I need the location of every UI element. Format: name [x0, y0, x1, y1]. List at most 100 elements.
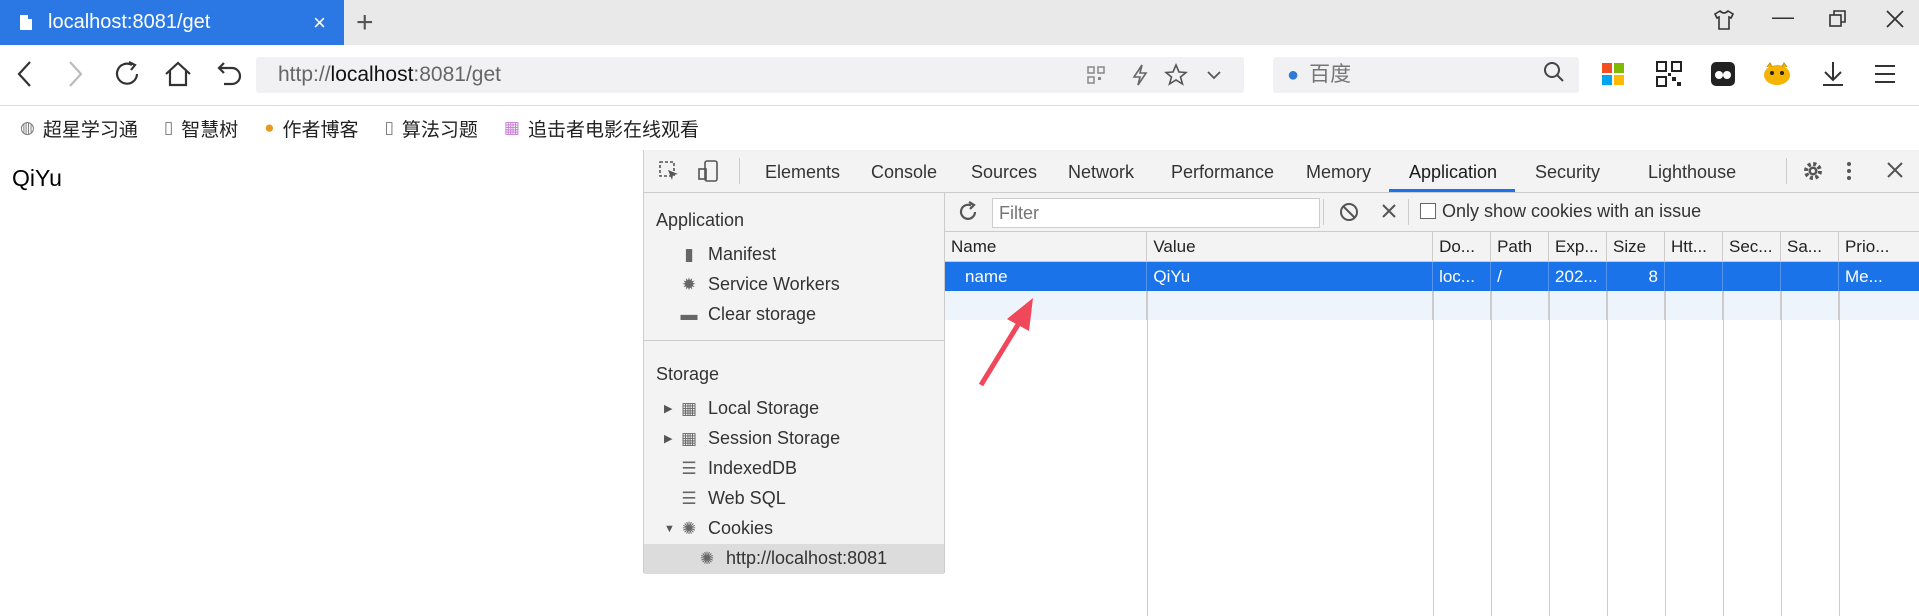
undo-icon[interactable]: [214, 59, 244, 96]
reload-icon[interactable]: [112, 59, 142, 96]
only-issue-label: Only show cookies with an issue: [1442, 201, 1702, 221]
cookie-priority-cell[interactable]: Me...: [1838, 261, 1919, 291]
bookmark-item[interactable]: ▯ 算法习题: [385, 115, 478, 142]
column-header-value[interactable]: Value: [1146, 232, 1434, 262]
document-icon: ▯: [163, 118, 174, 137]
expand-arrow-icon[interactable]: ▶: [664, 432, 678, 445]
table-row-empty[interactable]: [945, 291, 1919, 320]
star-icon[interactable]: [1163, 62, 1189, 92]
section-header-application: Application: [656, 210, 745, 230]
only-issue-checkbox[interactable]: [1420, 203, 1436, 219]
minimize-icon[interactable]: —: [1772, 4, 1794, 30]
close-tab-icon[interactable]: ×: [313, 10, 326, 36]
bookmark-item[interactable]: ◍ 超星学习通: [20, 115, 138, 142]
expand-arrow-icon[interactable]: ▶: [664, 402, 678, 415]
new-tab-button[interactable]: +: [356, 6, 374, 40]
bookmark-item[interactable]: ▯ 智慧树: [164, 115, 238, 142]
column-header-path[interactable]: Path: [1490, 232, 1550, 262]
search-box[interactable]: ●: [1273, 57, 1579, 93]
search-input[interactable]: [1307, 62, 1532, 88]
filter-input[interactable]: [992, 198, 1320, 228]
sidebar-item-service-workers[interactable]: ✹ Service Workers: [678, 274, 840, 295]
column-header-httponly[interactable]: Htt...: [1664, 232, 1723, 262]
application-sidebar: Application ▮ Manifest ✹ Service Workers ▬…: [644, 193, 945, 574]
table-row[interactable]: name QiYu loc... / 202... 8 Me...: [945, 261, 1919, 291]
sidebar-item-session-storage[interactable]: ▶ ▦ Session Storage: [664, 428, 840, 449]
back-icon[interactable]: [14, 59, 36, 96]
sidebar-item-cookie-origin[interactable]: ✺ http://localhost:8081: [644, 544, 944, 574]
lightning-icon[interactable]: [1130, 64, 1150, 91]
bookmark-label: 作者博客: [282, 119, 359, 141]
close-window-icon[interactable]: [1884, 8, 1906, 36]
restore-icon[interactable]: [1827, 8, 1849, 36]
sidebar-item-clear-storage[interactable]: ▬ Clear storage: [678, 304, 817, 325]
tab-console[interactable]: Console: [871, 162, 937, 183]
bookmarks-bar: ◍ 超星学习通 ▯ 智慧树 ● 作者博客 ▯ 算法习题 ▦ 追击者电影在线观看: [0, 106, 1919, 150]
extension-icon[interactable]: [1710, 61, 1736, 94]
sidebar-item-label: Web SQL: [708, 488, 786, 508]
tab-lighthouse[interactable]: Lighthouse: [1648, 162, 1736, 183]
tab-memory[interactable]: Memory: [1306, 162, 1371, 183]
tab-elements[interactable]: Elements: [765, 162, 840, 183]
url-text[interactable]: http://localhost:8081/get: [278, 63, 501, 87]
gear-icon: ✹: [681, 274, 697, 294]
tiger-extension-icon[interactable]: [1762, 60, 1792, 95]
menu-icon[interactable]: [1873, 61, 1897, 93]
column-header-samesite[interactable]: Sa...: [1780, 232, 1839, 262]
sidebar-item-label: Cookies: [708, 518, 774, 538]
home-icon[interactable]: [163, 59, 193, 96]
address-bar[interactable]: http://localhost:8081/get: [256, 57, 1244, 93]
apps-grid-icon[interactable]: [1601, 61, 1625, 93]
more-options-icon[interactable]: [1845, 159, 1853, 188]
collapse-arrow-icon[interactable]: ▼: [664, 523, 678, 535]
annotation-arrow: [978, 298, 1033, 387]
qr-code-icon[interactable]: [1086, 65, 1106, 90]
qr-scan-icon[interactable]: [1656, 61, 1682, 94]
sidebar-item-local-storage[interactable]: ▶ ▦ Local Storage: [664, 398, 819, 419]
inspect-element-icon[interactable]: [658, 160, 680, 187]
cookie-samesite-cell[interactable]: [1780, 261, 1839, 291]
shirt-icon[interactable]: [1712, 8, 1736, 38]
sidebar-item-indexeddb[interactable]: ☰ IndexedDB: [678, 458, 797, 479]
forward-icon[interactable]: [64, 59, 86, 96]
tab-application[interactable]: Application: [1409, 162, 1497, 183]
sidebar-item-cookies[interactable]: ▼ ✺ Cookies: [664, 518, 773, 539]
cookie-name-cell[interactable]: name: [945, 261, 1148, 291]
tab-security[interactable]: Security: [1535, 162, 1600, 183]
search-icon[interactable]: [1543, 61, 1565, 89]
column-header-priority[interactable]: Prio...: [1838, 232, 1919, 262]
gear-icon[interactable]: [1801, 159, 1825, 188]
cookie-path-cell[interactable]: /: [1490, 261, 1550, 291]
cookie-domain-cell[interactable]: loc...: [1432, 261, 1492, 291]
cookie-httponly-cell[interactable]: [1664, 261, 1723, 291]
tab-sources[interactable]: Sources: [971, 162, 1037, 183]
refresh-icon[interactable]: [957, 201, 979, 228]
tab-network[interactable]: Network: [1068, 162, 1134, 183]
cookie-value-cell[interactable]: QiYu: [1146, 261, 1434, 291]
column-header-secure[interactable]: Sec...: [1722, 232, 1781, 262]
tab-localhost[interactable]: localhost:8081/get ×: [0, 0, 344, 45]
download-icon[interactable]: [1820, 60, 1846, 95]
device-toolbar-icon[interactable]: [697, 159, 721, 188]
table-header-row: Name Value Do... Path Exp... Size Htt...…: [945, 232, 1919, 262]
devtools-panel: Elements Console Sources Network Perform…: [643, 150, 1919, 616]
document-icon: [20, 15, 32, 30]
bookmark-item[interactable]: ▦ 追击者电影在线观看: [504, 115, 699, 142]
column-header-expires[interactable]: Exp...: [1548, 232, 1608, 262]
column-header-domain[interactable]: Do...: [1432, 232, 1492, 262]
cookie-size-cell[interactable]: 8: [1606, 261, 1666, 291]
active-tab-indicator: [1389, 189, 1515, 192]
bookmark-label: 智慧树: [181, 119, 239, 141]
clear-all-icon[interactable]: [1338, 201, 1360, 228]
delete-selected-icon[interactable]: [1381, 203, 1397, 224]
sidebar-item-web-sql[interactable]: ☰ Web SQL: [678, 488, 786, 509]
cookie-secure-cell[interactable]: [1722, 261, 1781, 291]
cookie-expires-cell[interactable]: 202...: [1548, 261, 1608, 291]
column-header-name[interactable]: Name: [945, 232, 1148, 262]
chevron-down-icon[interactable]: [1204, 65, 1224, 90]
bookmark-item[interactable]: ● 作者博客: [264, 115, 358, 142]
tab-performance[interactable]: Performance: [1171, 162, 1274, 183]
close-devtools-icon[interactable]: [1886, 161, 1904, 184]
column-header-size[interactable]: Size: [1606, 232, 1666, 262]
sidebar-item-manifest[interactable]: ▮ Manifest: [678, 244, 776, 265]
